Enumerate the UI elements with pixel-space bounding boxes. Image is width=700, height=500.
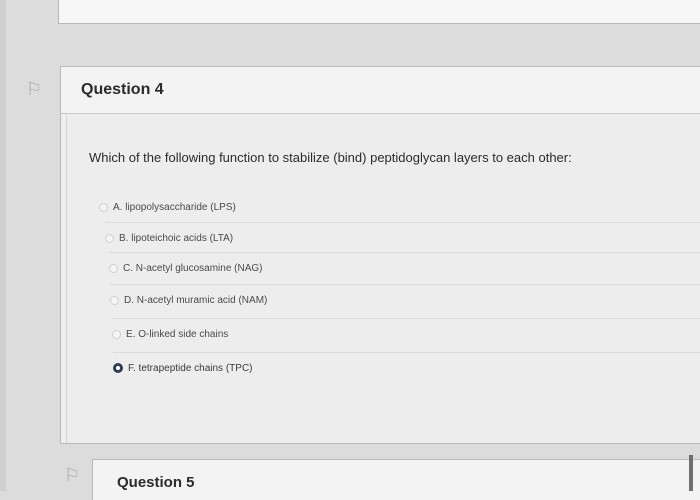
question-title: Question 5 (117, 474, 195, 491)
question-card: Question 4 Which of the following functi… (60, 66, 700, 444)
answer-option-label: B. lipoteichoic acids (LTA) (119, 232, 234, 244)
answer-option-a[interactable]: A. lipopolysaccharide (LPS) (99, 192, 700, 222)
scrollbar-thumb[interactable] (689, 455, 693, 491)
radio-icon[interactable] (105, 233, 114, 243)
radio-icon[interactable] (99, 202, 108, 212)
radio-selected-icon[interactable] (113, 363, 123, 373)
question-prompt: Which of the following function to stabi… (89, 150, 572, 165)
next-question-card: Question 5 (92, 459, 700, 500)
radio-icon[interactable] (109, 263, 118, 273)
previous-question-card (58, 0, 700, 24)
radio-icon[interactable] (110, 295, 119, 305)
answer-option-d[interactable]: D. N-acetyl muramic acid (NAM) (110, 284, 700, 315)
answer-option-c[interactable]: C. N-acetyl glucosamine (NAG) (109, 252, 700, 283)
answer-option-label: C. N-acetyl glucosamine (NAG) (123, 262, 263, 274)
question-body: Which of the following function to stabi… (66, 114, 700, 443)
flag-icon[interactable]: ⚐ (64, 465, 80, 486)
question-header: Question 4 (61, 67, 700, 114)
answer-option-f[interactable]: F. tetrapeptide chains (TPC) (113, 352, 700, 383)
answer-option-label: F. tetrapeptide chains (TPC) (128, 362, 253, 374)
answer-option-b[interactable]: B. lipoteichoic acids (LTA) (105, 222, 700, 253)
answer-option-label: D. N-acetyl muramic acid (NAM) (124, 294, 268, 306)
page-edge (0, 0, 6, 491)
flag-icon[interactable]: ⚐ (26, 79, 42, 100)
question-title: Question 4 (81, 81, 164, 98)
answer-option-label: A. lipopolysaccharide (LPS) (113, 201, 236, 213)
answer-option-e[interactable]: E. O-linked side chains (112, 318, 700, 349)
answer-option-label: E. O-linked side chains (126, 328, 229, 340)
radio-icon[interactable] (112, 329, 121, 339)
